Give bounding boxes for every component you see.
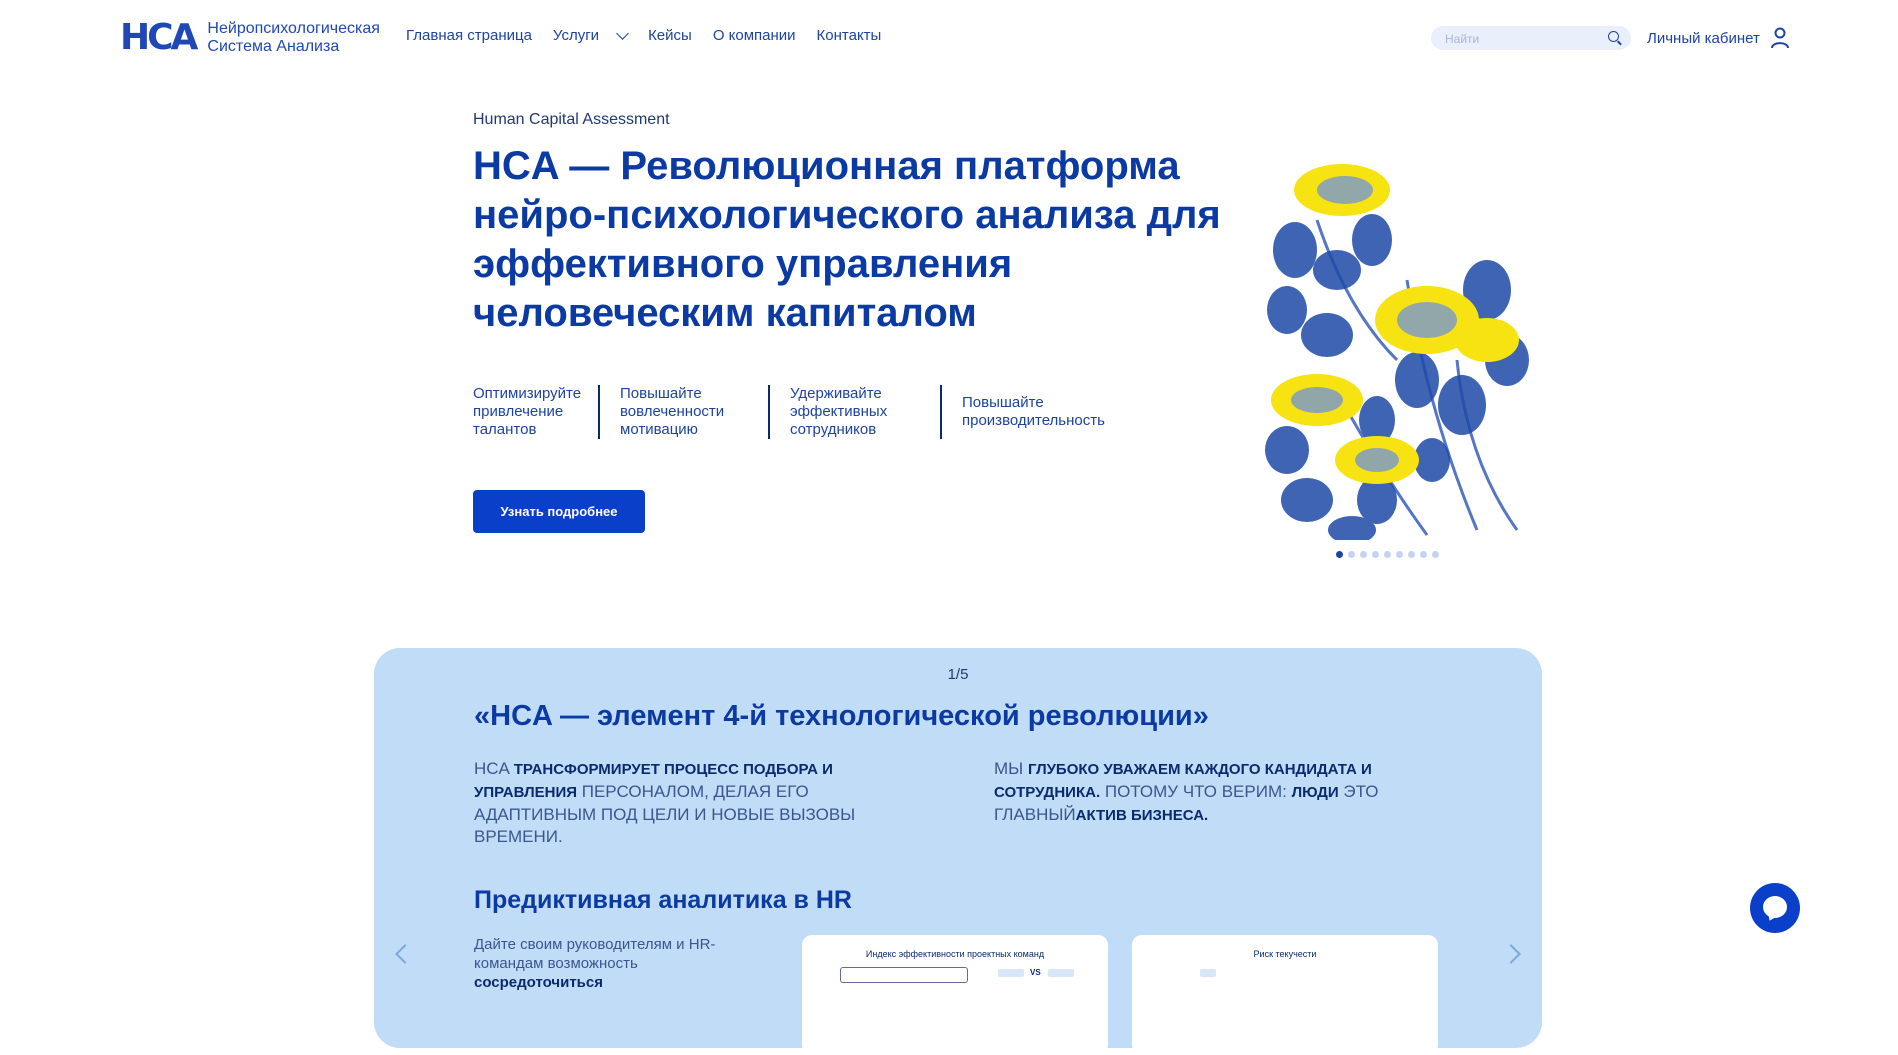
account-label: Личный кабинет bbox=[1647, 29, 1760, 47]
hero-slider-dots bbox=[1336, 551, 1444, 558]
arrow-right-icon[interactable] bbox=[1501, 944, 1521, 964]
slide-paragraph-right: Мы глубоко уважаем каждого кандидата и с… bbox=[994, 759, 1379, 824]
slider-dot[interactable] bbox=[1348, 551, 1355, 558]
card-tag bbox=[1048, 969, 1074, 977]
benefit-item: Оптимизируйте привлечение талантов bbox=[473, 385, 582, 438]
analytics-card-turnover-risk[interactable]: Риск текучести bbox=[1132, 935, 1438, 1055]
slide-counter: 1/5 bbox=[947, 666, 969, 683]
slide-paragraph-left: HCA трансформирует процесс подбора и упр… bbox=[474, 759, 856, 846]
logo-mark: HCA bbox=[120, 17, 198, 58]
slider-dot[interactable] bbox=[1384, 551, 1391, 558]
slider-dot[interactable] bbox=[1372, 551, 1379, 558]
benefits-list: Оптимизируйте привлечение талантов Повыш… bbox=[473, 385, 1142, 439]
benefit-item: Повышайте производительность bbox=[940, 385, 1142, 439]
search-box bbox=[1431, 26, 1631, 50]
account-link[interactable]: Личный кабинет bbox=[1647, 27, 1790, 49]
card-tag bbox=[1200, 969, 1216, 977]
slider-dot[interactable] bbox=[1396, 551, 1403, 558]
logo[interactable]: HCA Нейропсихологическая Система Анализа bbox=[120, 20, 380, 56]
slider-dot[interactable] bbox=[1420, 551, 1427, 558]
chat-icon bbox=[1763, 896, 1787, 918]
nav-contacts[interactable]: Контакты bbox=[817, 27, 882, 44]
slider-dot[interactable] bbox=[1360, 551, 1367, 558]
nav-services[interactable]: Услуги bbox=[553, 27, 599, 44]
hero-subtitle: Human Capital Assessment bbox=[473, 111, 670, 128]
nav-about[interactable]: О компании bbox=[713, 27, 796, 44]
card-chart-box bbox=[840, 967, 968, 983]
logo-text: Нейропсихологическая Система Анализа bbox=[207, 20, 380, 56]
arrow-left-icon[interactable] bbox=[395, 944, 415, 964]
slider-dot[interactable] bbox=[1408, 551, 1415, 558]
site-header: HCA Нейропсихологическая Система Анализа… bbox=[0, 0, 1898, 76]
benefit-item: Удерживайте эффективных сотрудников bbox=[768, 385, 940, 439]
slider-dot[interactable] bbox=[1432, 551, 1439, 558]
card-vs-label: VS bbox=[1030, 968, 1041, 977]
main-nav: Главная страница Услуги Кейсы О компании… bbox=[406, 26, 902, 44]
card-title: Индекс эффективности проектных команд bbox=[865, 949, 1045, 959]
analytics-card-team-efficiency[interactable]: Индекс эффективности проектных команд VS bbox=[802, 935, 1108, 1055]
chevron-down-icon[interactable] bbox=[616, 26, 629, 40]
logo-line-2: Система Анализа bbox=[207, 38, 340, 55]
chat-button[interactable] bbox=[1750, 883, 1800, 933]
nav-cases[interactable]: Кейсы bbox=[648, 27, 692, 44]
slider-dot[interactable] bbox=[1336, 551, 1343, 558]
learn-more-button[interactable]: Узнать подробнее bbox=[473, 490, 645, 533]
card-title: Риск текучести bbox=[1253, 949, 1317, 959]
benefit-item: Повышайте вовлеченности мотивацию bbox=[598, 385, 768, 439]
search-input[interactable] bbox=[1443, 29, 1607, 49]
logo-line-1: Нейропсихологическая bbox=[207, 20, 380, 37]
search-icon[interactable] bbox=[1608, 31, 1619, 42]
card-tag bbox=[998, 969, 1024, 977]
section-description: Дайте своим руководителям и HR-командам … bbox=[474, 936, 716, 991]
section-subheading: Предиктивная аналитика в HR bbox=[474, 886, 852, 914]
hero-title: HCA — Революционная платформа нейро-псих… bbox=[473, 144, 1221, 335]
nav-home[interactable]: Главная страница bbox=[406, 27, 532, 44]
slide-quote: «HCA — элемент 4-й технологической револ… bbox=[474, 700, 1209, 732]
features-carousel: 1/5 «HCA — элемент 4-й технологической р… bbox=[374, 648, 1542, 1055]
user-icon bbox=[1770, 27, 1789, 49]
hero-illustration bbox=[1265, 164, 1529, 540]
